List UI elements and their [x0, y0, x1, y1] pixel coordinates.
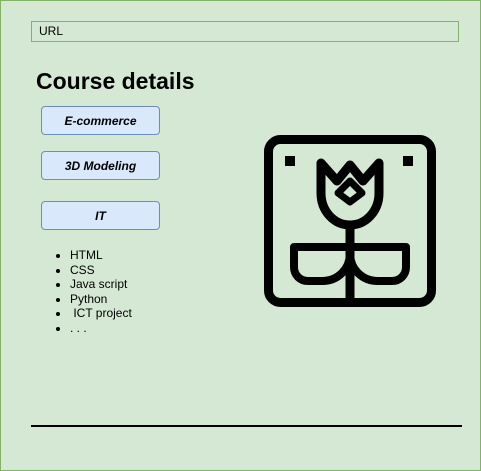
it-topic-list: HTML CSS Java script Python ICT project … — [36, 248, 132, 335]
list-item: Java script — [70, 277, 132, 292]
page-frame: URL Course details E-commerce 3D Modelin… — [0, 0, 481, 471]
course-button-3d-modeling[interactable]: 3D Modeling — [41, 151, 160, 180]
list-item: Python — [70, 292, 132, 307]
url-bar[interactable]: URL — [31, 21, 459, 42]
list-item: . . . — [70, 321, 132, 336]
list-item: HTML — [70, 248, 132, 263]
list-item: CSS — [70, 263, 132, 278]
course-button-ecommerce[interactable]: E-commerce — [41, 106, 160, 135]
page-title: Course details — [36, 68, 195, 94]
footer-divider — [31, 425, 462, 427]
list-item: ICT project — [70, 306, 131, 321]
tulip-in-frame-icon — [264, 135, 436, 307]
course-button-it[interactable]: IT — [41, 201, 160, 230]
